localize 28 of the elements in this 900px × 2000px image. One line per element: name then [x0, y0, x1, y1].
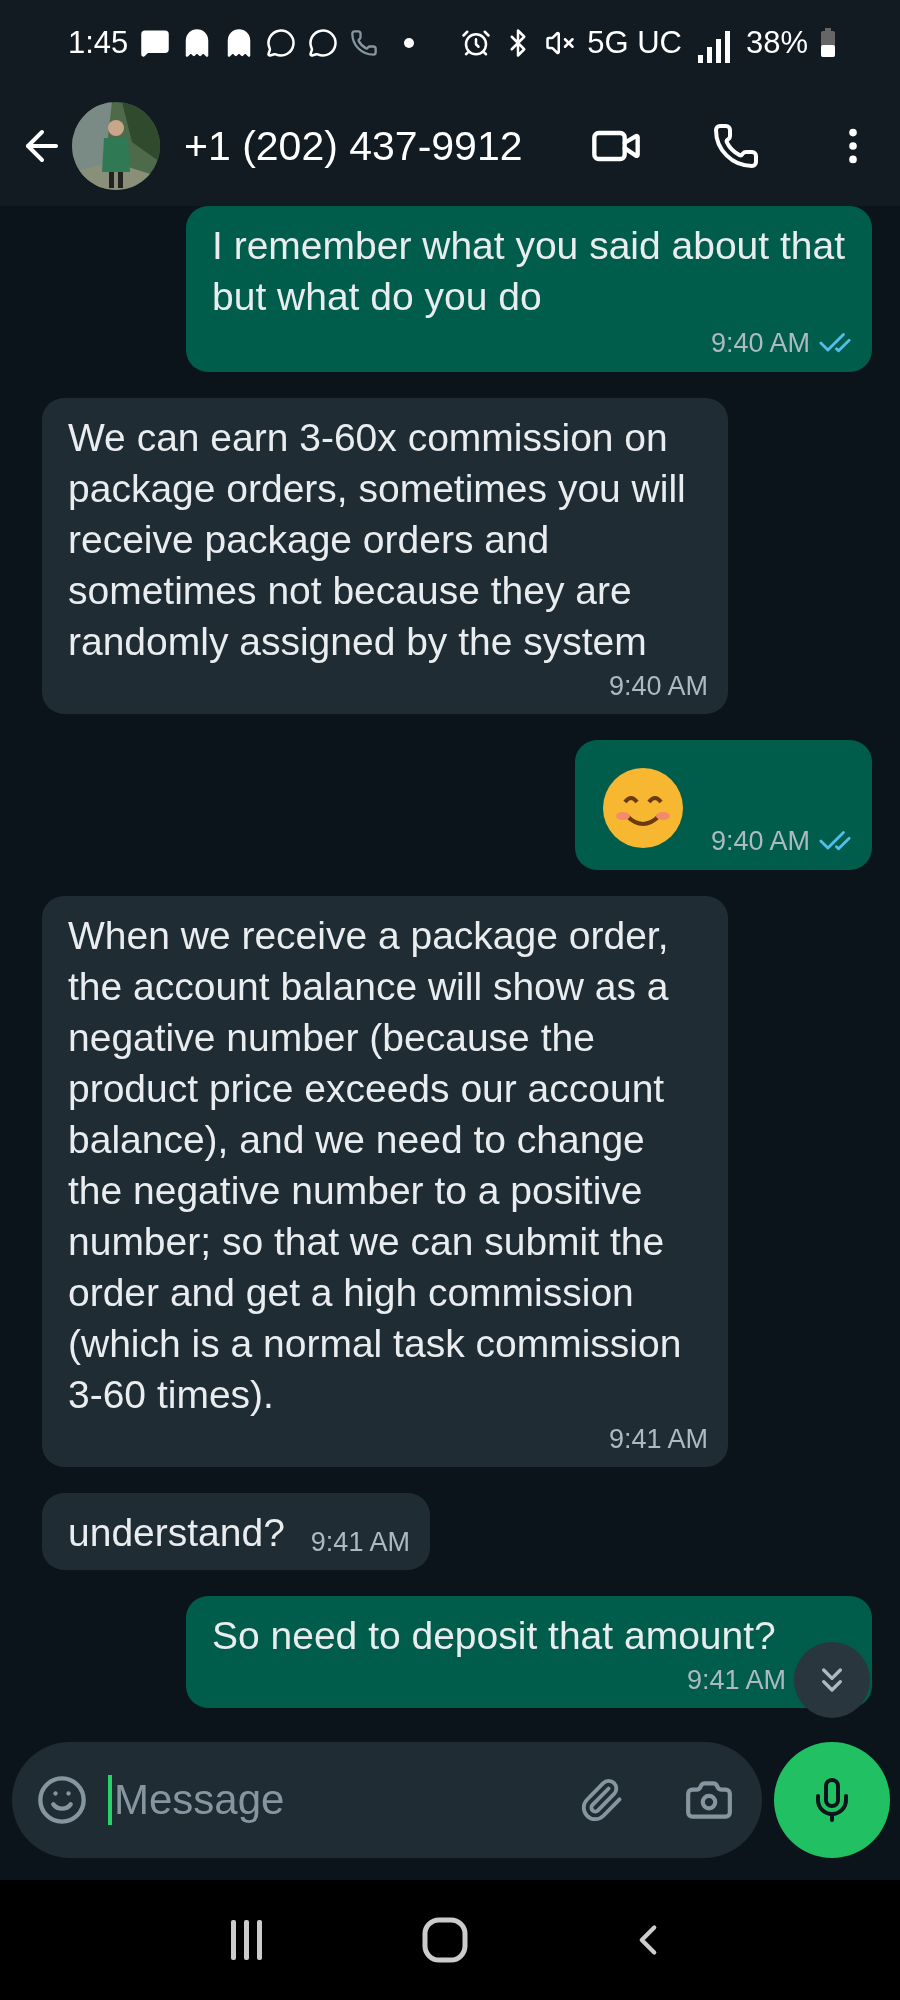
battery-icon: [820, 28, 836, 58]
message-time: 9:40 AM: [608, 671, 708, 702]
battery-level: 38%: [745, 25, 808, 61]
message-field[interactable]: Message: [108, 1775, 558, 1825]
message-bar[interactable]: Message: [12, 1742, 762, 1858]
network-label: 5G UC: [587, 25, 682, 61]
dot-icon: [404, 38, 415, 48]
message-time: 9:40 AM: [710, 327, 810, 359]
message-time: 9:41 AM: [608, 1424, 708, 1455]
smiling-face-icon: [600, 766, 685, 850]
message-time: 9:41 AM: [310, 1527, 410, 1558]
message-text: understand?: [68, 1510, 285, 1556]
message-icon: [140, 28, 171, 58]
chat-bubble-icon: [308, 28, 339, 58]
message-text: We can earn 3-60x commission on package orders, sometimes you will receive package orders and sometimes not because they are randomly assigned by the system: [68, 415, 687, 665]
contact-name[interactable]: +1 (202) 437-9912: [184, 122, 590, 170]
home-button[interactable]: [422, 1917, 468, 1963]
alarm-icon: [461, 28, 492, 58]
message-text: When we receive a package order, the account balance will show as a negative number (because the product price exceeds our account balance), and we need to change the negative number to a positive number; so that we can submit the order and get a high commission (which is a normal task commission 3-60 times).: [68, 913, 683, 1418]
phone-call-button[interactable]: [712, 122, 760, 170]
chat-bubble-icon: [266, 28, 297, 58]
emoji-button[interactable]: [36, 1774, 88, 1826]
status-time: 1:45: [68, 25, 129, 61]
message-time: 9:40 AM: [710, 825, 810, 857]
message-time: 9:41 AM: [686, 1665, 786, 1696]
message-text: I remember what you said about that but what do you do: [212, 223, 846, 320]
phone-icon: [350, 29, 379, 57]
message-text: So need to deposit that amount?: [212, 1613, 776, 1659]
